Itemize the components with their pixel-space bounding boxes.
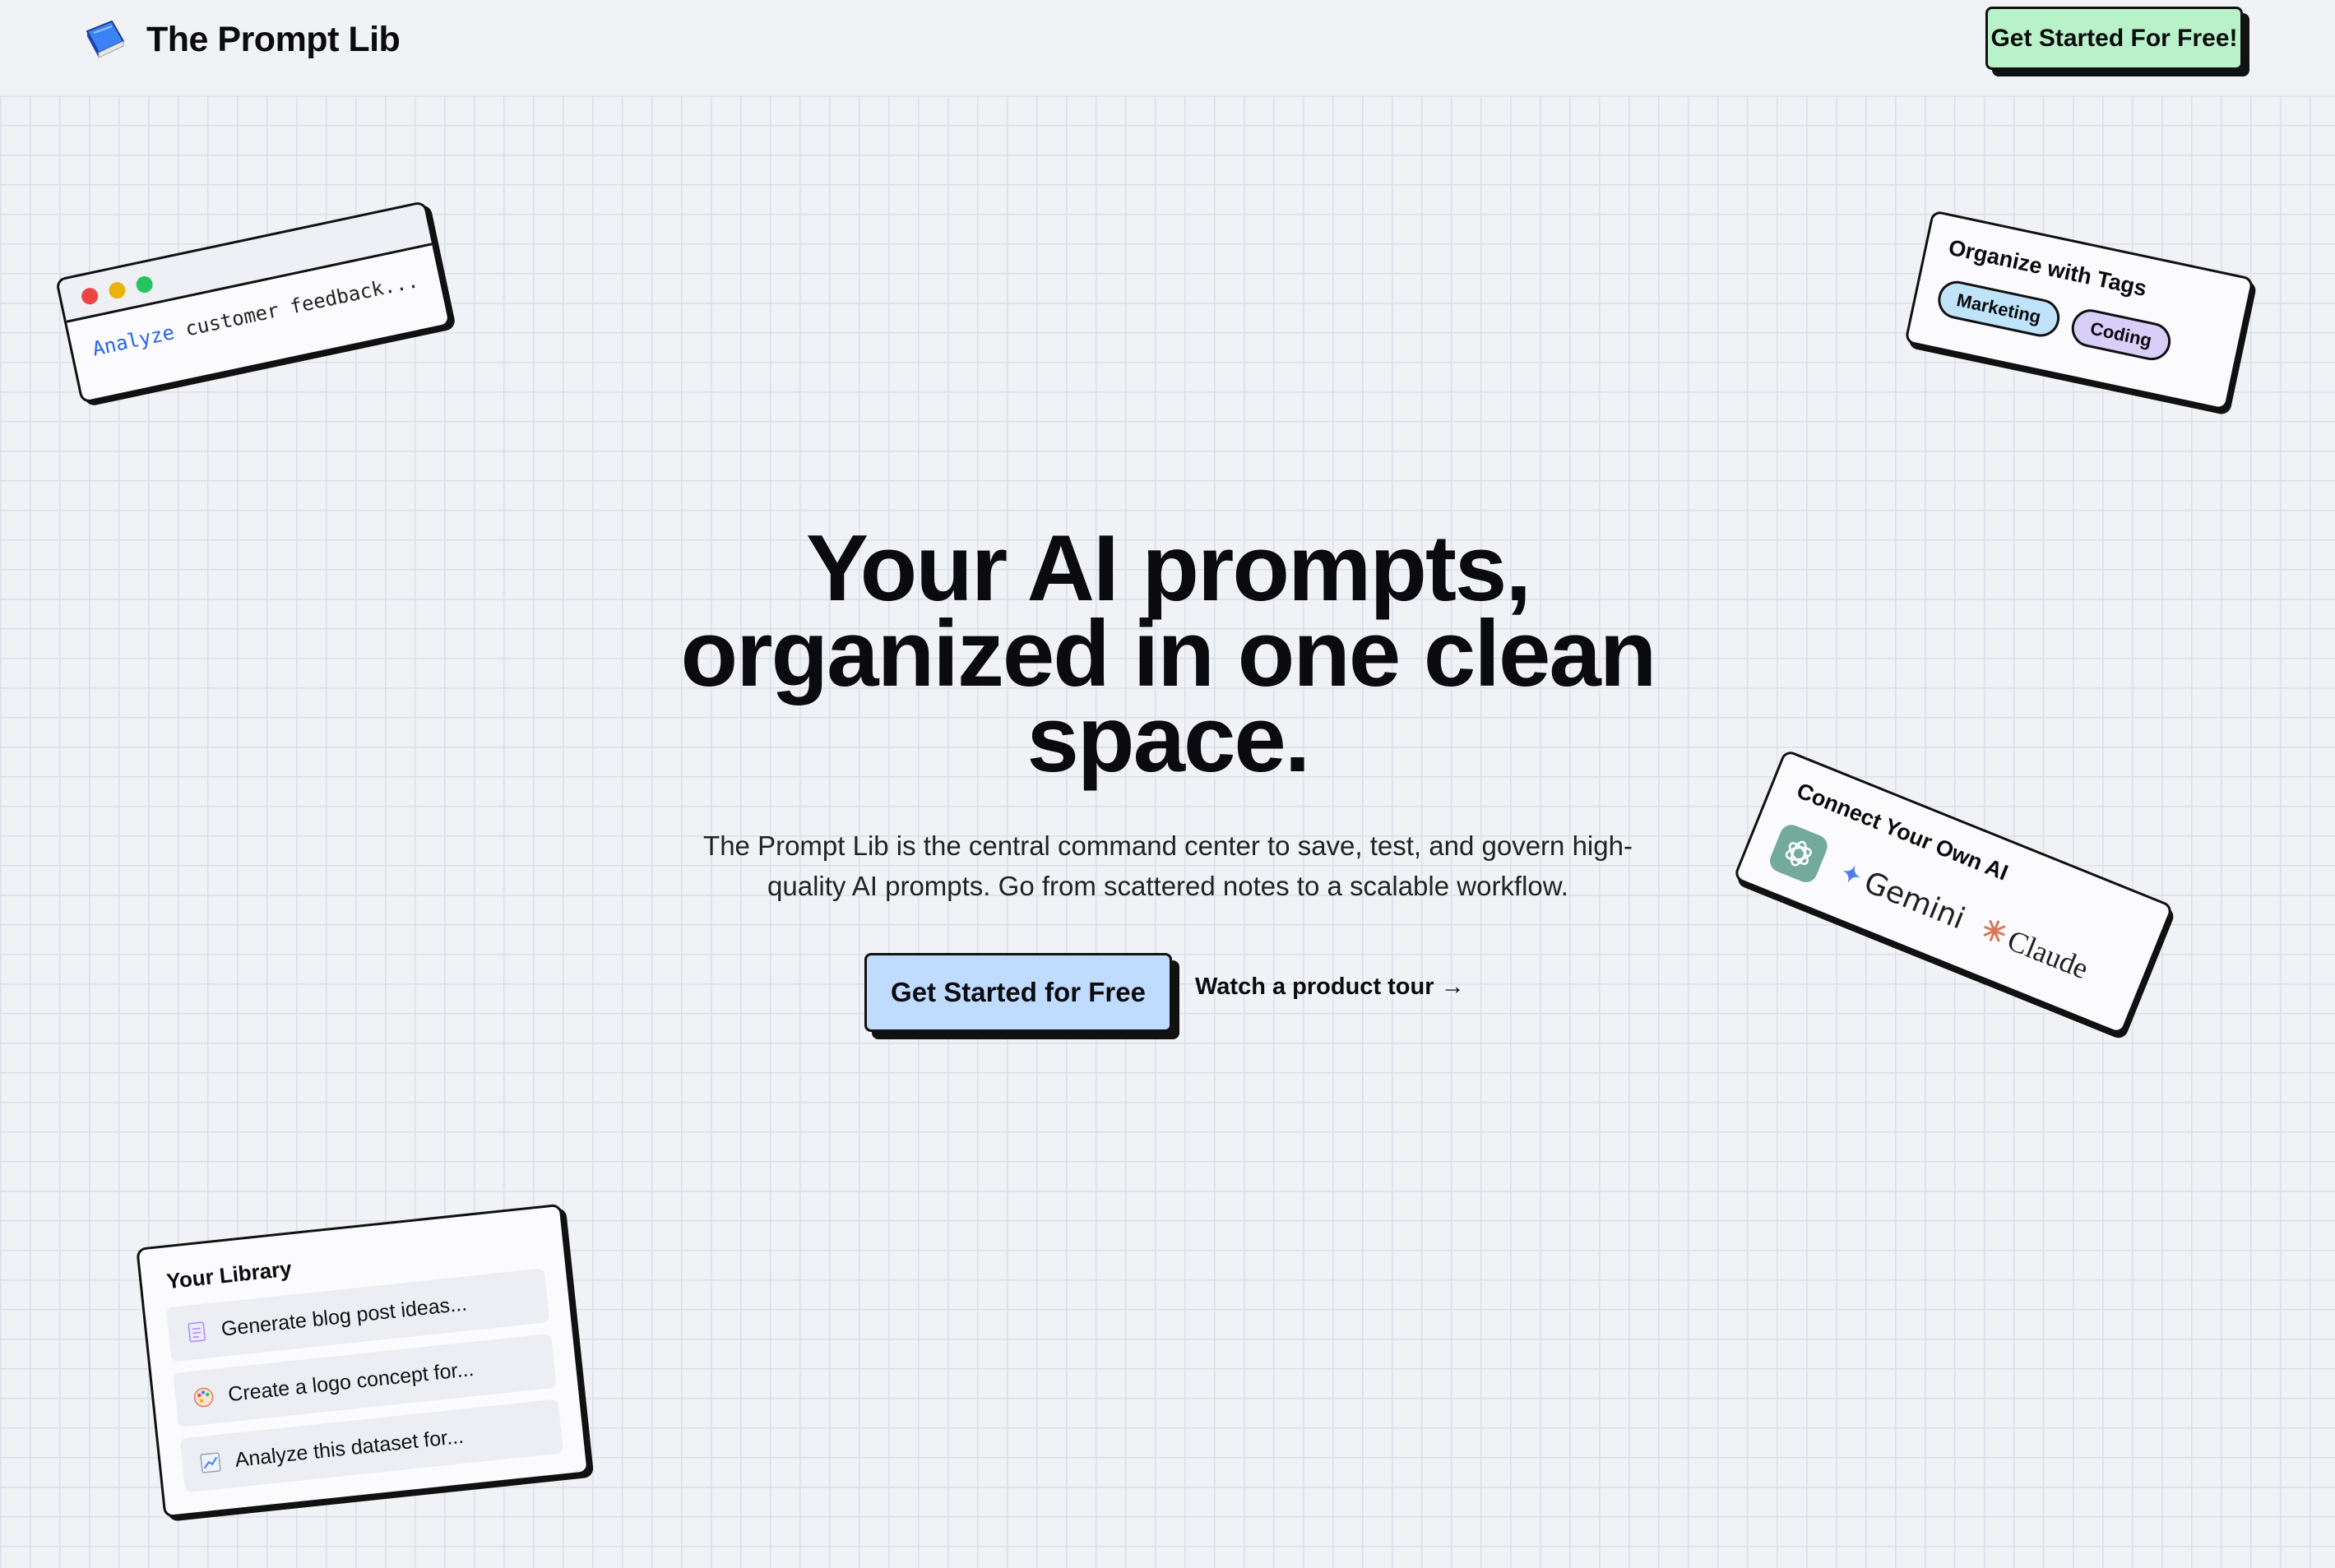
gemini-provider: Gemini bbox=[1835, 855, 1970, 936]
chart-icon bbox=[198, 1450, 224, 1476]
get-started-button[interactable]: Get Started for Free bbox=[864, 953, 1172, 1032]
library-item-label: Analyze this dataset for... bbox=[234, 1424, 465, 1472]
editor-keyword: Analyze bbox=[90, 321, 177, 361]
site-header: The Prompt Lib Get Started For Free! bbox=[0, 0, 2335, 95]
claude-label: Claude bbox=[2003, 923, 2093, 986]
header-get-started-button[interactable]: Get Started For Free! bbox=[1985, 7, 2243, 70]
hero-title: Your AI prompts, organized in one clean … bbox=[680, 516, 1657, 792]
gemini-label: Gemini bbox=[1859, 865, 1970, 937]
tag-marketing[interactable]: Marketing bbox=[1934, 277, 2064, 340]
library-item-label: Create a logo concept for... bbox=[226, 1357, 475, 1406]
close-dot-icon bbox=[80, 286, 100, 307]
document-icon bbox=[184, 1320, 210, 1345]
openai-logo-icon bbox=[1766, 821, 1831, 886]
palette-icon bbox=[191, 1385, 216, 1410]
claude-provider: Claude bbox=[1976, 912, 2093, 986]
hero-subtitle: The Prompt Lib is the central command ce… bbox=[703, 830, 1633, 901]
minimize-dot-icon bbox=[107, 280, 127, 300]
book-icon bbox=[82, 16, 128, 62]
tag-coding[interactable]: Coding bbox=[2068, 306, 2175, 364]
maximize-dot-icon bbox=[134, 275, 155, 294]
brand-title: The Prompt Lib bbox=[146, 19, 401, 59]
library-item-label: Generate blog post ideas... bbox=[220, 1291, 469, 1341]
product-tour-link[interactable]: Watch a product tour → bbox=[1195, 974, 1465, 1001]
library-card: Your Library Generate blog post ideas...… bbox=[136, 1203, 590, 1519]
brand[interactable]: The Prompt Lib bbox=[82, 16, 401, 62]
